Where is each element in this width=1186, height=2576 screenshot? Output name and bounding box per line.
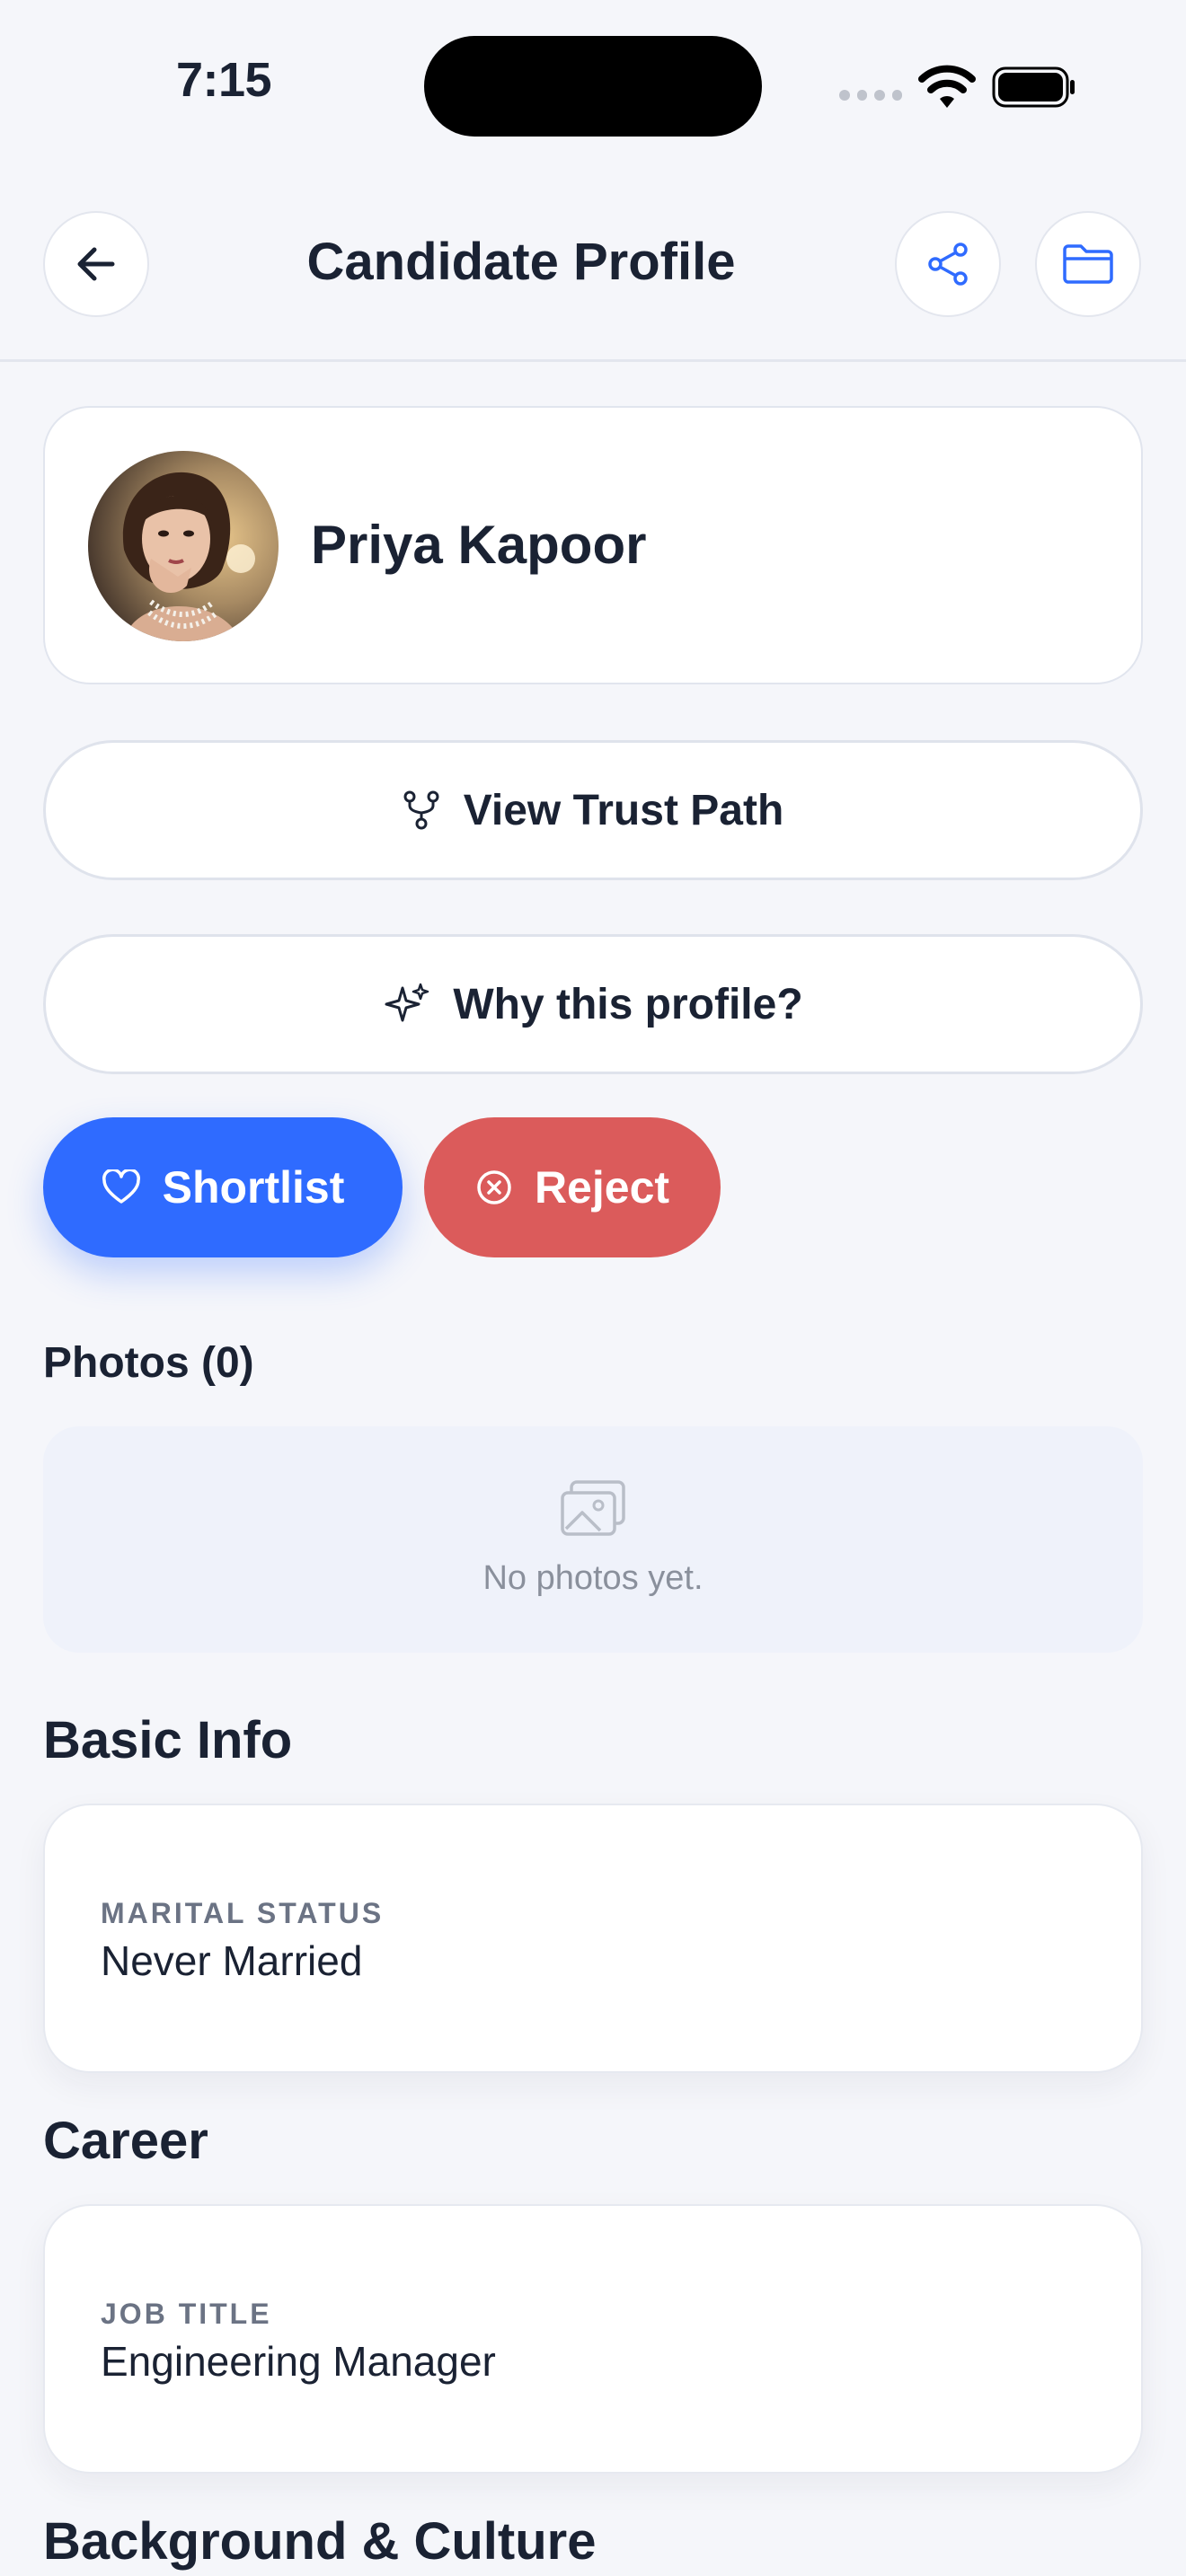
status-time: 7:15 — [176, 53, 272, 107]
dynamic-island — [424, 36, 762, 137]
view-trust-path-label: View Trust Path — [463, 786, 784, 834]
share-icon — [928, 243, 968, 286]
background-culture-heading: Background & Culture — [43, 2512, 597, 2571]
sparkles-icon — [385, 983, 429, 1022]
candidate-name: Priya Kapoor — [311, 515, 647, 575]
battery-icon — [992, 66, 1075, 108]
folder-button[interactable] — [1035, 211, 1141, 317]
view-trust-path-button[interactable]: View Trust Path — [43, 740, 1143, 880]
folder-icon — [1063, 244, 1113, 284]
photos-empty-state — [43, 1426, 1143, 1653]
wifi-icon — [918, 65, 976, 108]
page-title: Candidate Profile — [306, 233, 736, 291]
why-this-profile-label: Why this profile? — [453, 980, 803, 1028]
header-divider — [0, 359, 1186, 362]
job-title-label: JOB TITLE — [101, 2298, 272, 2330]
arrow-left-icon — [77, 247, 115, 281]
heart-icon — [102, 1169, 140, 1204]
reject-label: Reject — [534, 1162, 670, 1213]
image-icon — [561, 1480, 625, 1536]
career-heading: Career — [43, 2112, 208, 2170]
shortlist-label: Shortlist — [162, 1162, 345, 1213]
shortlist-button[interactable]: Shortlist — [43, 1117, 403, 1257]
basic-info-heading: Basic Info — [43, 1711, 293, 1769]
cellular-signal-icon — [839, 90, 902, 102]
avatar — [88, 451, 279, 641]
share-button[interactable] — [895, 211, 1001, 317]
x-circle-icon — [477, 1170, 511, 1204]
reject-button[interactable]: Reject — [424, 1117, 721, 1257]
photos-empty-text: No photos yet. — [482, 1559, 704, 1597]
fork-icon — [403, 790, 439, 830]
job-title-value: Engineering Manager — [101, 2338, 496, 2385]
marital-status-label: MARITAL STATUS — [101, 1897, 385, 1929]
why-this-profile-button[interactable]: Why this profile? — [43, 934, 1143, 1074]
photos-heading: Photos (0) — [43, 1339, 254, 1387]
back-button[interactable] — [43, 211, 149, 317]
marital-status-value: Never Married — [101, 1937, 363, 1984]
